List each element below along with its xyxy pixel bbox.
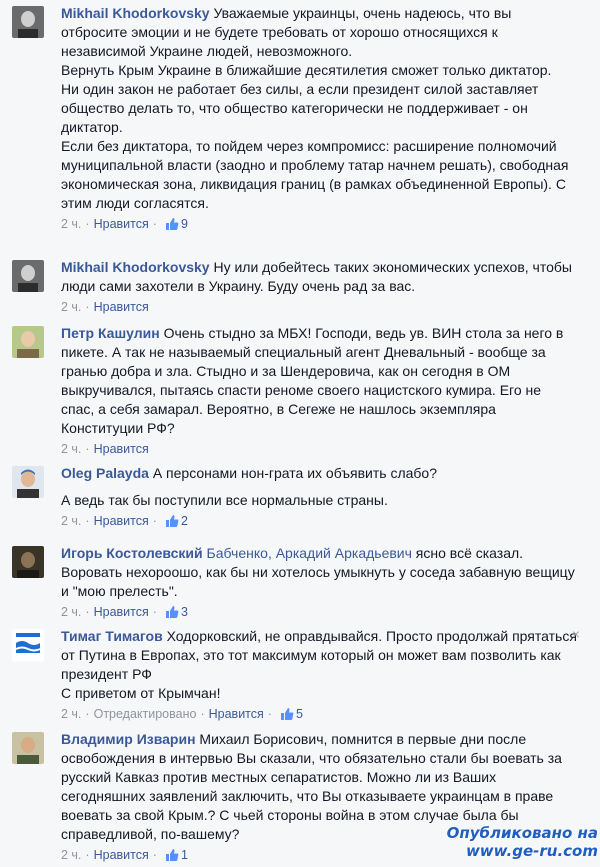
timestamp[interactable]: 2 ч. — [61, 706, 81, 722]
watermark-line: Опубликовано на — [446, 824, 598, 842]
like-button[interactable]: Нравится — [94, 216, 149, 232]
avatar[interactable] — [12, 6, 44, 38]
comment-paragraph: Если без диктатора, то пойдем через комп… — [61, 138, 569, 211]
comment-text: Mikhail Khodorkovsky Ну или добейтесь та… — [61, 258, 578, 296]
like-button[interactable]: Нравится — [94, 513, 149, 529]
avatar[interactable] — [12, 260, 44, 292]
like-button[interactable]: Нравится — [209, 706, 264, 722]
timestamp[interactable]: 2 ч. — [61, 513, 81, 529]
comment-text: Mikhail Khodorkovsky Уважаемые украинцы,… — [61, 4, 578, 213]
thumbs-up-icon — [165, 515, 179, 527]
like-count[interactable]: 2 — [181, 513, 188, 529]
comment-meta: 2 ч. · Нравится — [61, 441, 149, 457]
comment-meta: 2 ч. · Нравится · 3 — [61, 604, 188, 620]
comment-author[interactable]: Тимаг Тимагов — [61, 628, 163, 644]
comment-author[interactable]: Игорь Костолевский — [61, 545, 203, 561]
like-count[interactable]: 5 — [296, 706, 303, 722]
comment-text: Oleg Palayda А персонами нон-грата их об… — [61, 464, 578, 510]
like-count[interactable]: 3 — [181, 604, 188, 620]
close-icon[interactable]: × — [572, 627, 580, 641]
comment-author[interactable]: Oleg Palayda — [61, 465, 149, 481]
timestamp[interactable]: 2 ч. — [61, 299, 81, 315]
like-button[interactable]: Нравится — [94, 441, 149, 457]
comment-text: Тимаг Тимагов Ходорковский, не оправдыва… — [61, 627, 578, 703]
edited-label[interactable]: Отредактировано — [94, 706, 197, 722]
comment-paragraph: А персонами нон-грата их объявить слабо? — [152, 465, 437, 481]
comment-meta: 2 ч. · Нравится · 9 — [61, 216, 188, 232]
like-button[interactable]: Нравится — [94, 299, 149, 315]
like-button[interactable]: Нравится — [94, 604, 149, 620]
like-button[interactable]: Нравится — [94, 847, 149, 863]
mention-link[interactable]: Бабченко, Аркадий Аркадьевич — [207, 545, 412, 561]
thumbs-up-icon — [165, 218, 179, 230]
comment-author[interactable]: Mikhail Khodorkovsky — [61, 5, 210, 21]
comment-text: Петр Кашулин Очень стыдно за МБХ! Господ… — [61, 324, 578, 438]
comment-meta: 2 ч. · Нравится — [61, 299, 149, 315]
comment-paragraph: С приветом от Крымчан! — [61, 685, 221, 701]
timestamp[interactable]: 2 ч. — [61, 847, 81, 863]
avatar[interactable] — [12, 326, 44, 358]
comment-paragraph: Ни один закон не работает без силы, а ес… — [61, 81, 539, 135]
watermark: Опубликовано на www.ge-ru.com — [432, 824, 598, 860]
comment-author[interactable]: Петр Кашулин — [61, 325, 160, 341]
timestamp[interactable]: 2 ч. — [61, 604, 81, 620]
comment-paragraph: Очень стыдно за МБХ! Господи, ведь ув. В… — [61, 325, 564, 436]
comment-meta: 2 ч. · Нравится · 2 — [61, 513, 188, 529]
comment-meta: 2 ч. · Отредактировано · Нравится · 5 — [61, 706, 303, 722]
avatar[interactable] — [12, 546, 44, 578]
thumbs-up-icon — [280, 708, 294, 720]
watermark-line: www.ge-ru.com — [465, 842, 598, 860]
comment-author[interactable]: Mikhail Khodorkovsky — [61, 259, 210, 275]
comment-paragraph: Вернуть Крым Украине в ближайшие десятил… — [61, 62, 552, 78]
avatar[interactable] — [12, 732, 44, 764]
like-count[interactable]: 9 — [181, 216, 188, 232]
thumbs-up-icon — [165, 849, 179, 861]
like-count[interactable]: 1 — [181, 847, 188, 863]
avatar[interactable] — [12, 629, 44, 661]
comment-author[interactable]: Владимир Изварин — [61, 731, 196, 747]
timestamp[interactable]: 2 ч. — [61, 216, 81, 232]
comment-text: Игорь Костолевский Бабченко, Аркадий Арк… — [61, 544, 578, 601]
thumbs-up-icon — [165, 606, 179, 618]
comment-paragraph: А ведь так бы поступили все нормальные с… — [61, 492, 388, 508]
avatar[interactable] — [12, 466, 44, 498]
timestamp[interactable]: 2 ч. — [61, 441, 81, 457]
